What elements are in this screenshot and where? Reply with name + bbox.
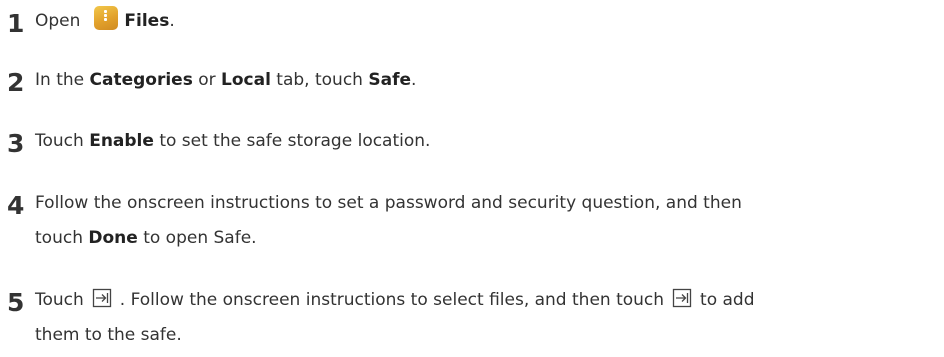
button-name-done: Done bbox=[88, 228, 138, 248]
step-text-segment: to open Safe. bbox=[137, 228, 257, 248]
step-text-segment: or bbox=[192, 70, 222, 90]
option-safe: Safe bbox=[368, 70, 412, 90]
step-text-segment: . Follow the onscreen instructions to se… bbox=[119, 290, 665, 310]
step-text: Touch Enable to set the safe storage loc… bbox=[35, 124, 944, 159]
step-text-segment: to set the safe storage location. bbox=[153, 131, 431, 151]
tab-name-categories: Categories bbox=[89, 70, 193, 90]
app-name: Files bbox=[124, 11, 170, 31]
files-app-icon bbox=[94, 6, 119, 30]
step-number: 4 bbox=[7, 191, 25, 220]
step-number: 5 bbox=[7, 288, 25, 317]
step-text: Touch . Follow the onscreen instructions… bbox=[35, 283, 944, 353]
step-text-segment: Touch bbox=[35, 290, 84, 310]
step-text-segment: Follow the onscreen instructions to set … bbox=[35, 193, 742, 213]
step-text-segment: touch bbox=[35, 228, 89, 248]
step-text: In the Categories or Local tab, touch Sa… bbox=[35, 63, 944, 98]
move-to-safe-icon bbox=[92, 288, 111, 308]
step-text-segment: Open bbox=[35, 11, 81, 31]
step-text-segment: . bbox=[169, 11, 175, 31]
step-text-segment: . bbox=[411, 70, 417, 90]
button-name-enable: Enable bbox=[89, 131, 154, 151]
tab-name-local: Local bbox=[221, 70, 271, 90]
step-number: 3 bbox=[7, 129, 25, 158]
step-text: Open Files. bbox=[35, 4, 944, 39]
step-text-segment: In the bbox=[35, 70, 90, 90]
step-text-segment: tab, touch bbox=[270, 70, 369, 90]
step-text-segment: to add bbox=[700, 290, 755, 310]
move-to-safe-icon bbox=[672, 288, 692, 308]
step-number: 1 bbox=[7, 9, 25, 38]
step-text-segment: Touch bbox=[35, 131, 90, 151]
step-number: 2 bbox=[7, 68, 25, 97]
step-text: Follow the onscreen instructions to set … bbox=[35, 186, 944, 256]
step-text-segment: them to the safe. bbox=[35, 325, 182, 345]
